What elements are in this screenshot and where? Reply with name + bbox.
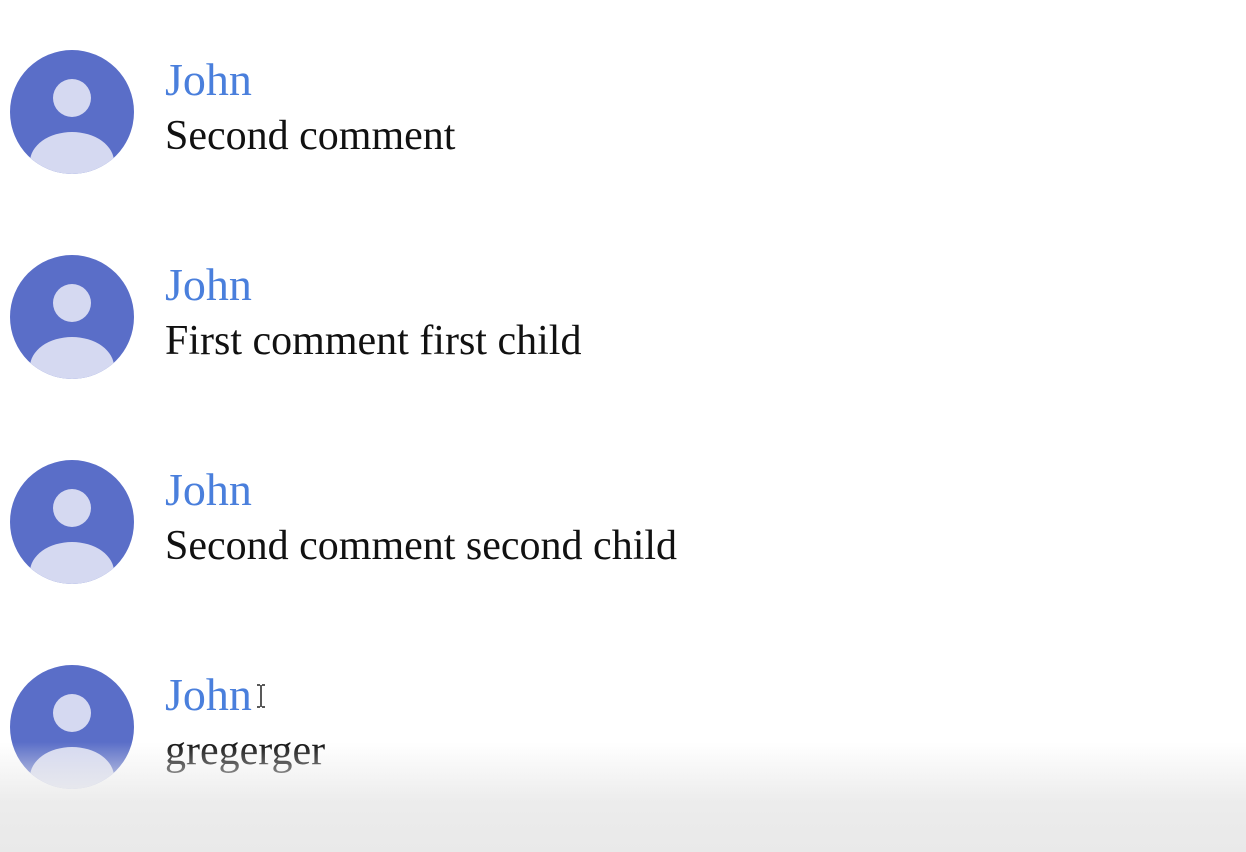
comment-text: Second comment second child (165, 523, 678, 569)
comment-item: John Second comment (10, 50, 1210, 174)
user-avatar-icon[interactable] (10, 50, 134, 174)
comment-list: John Second comment John First comment f… (0, 0, 1246, 852)
comment-author-link[interactable]: John (165, 257, 252, 313)
comment-item: John First comment first child (10, 255, 1210, 379)
user-avatar-icon[interactable] (10, 255, 134, 379)
comment-author-link[interactable]: John (165, 667, 252, 723)
user-avatar-icon[interactable] (10, 665, 134, 789)
comment-text: First comment first child (165, 318, 582, 364)
comment-text: Second comment (165, 113, 456, 159)
comment-text: gregerger (165, 728, 326, 774)
user-avatar-icon[interactable] (10, 460, 134, 584)
comment-item: John gregerger (10, 665, 1210, 789)
comment-author-link[interactable]: John (165, 52, 252, 108)
comment-author-link[interactable]: John (165, 462, 252, 518)
comment-item: John Second comment second child (10, 460, 1210, 584)
